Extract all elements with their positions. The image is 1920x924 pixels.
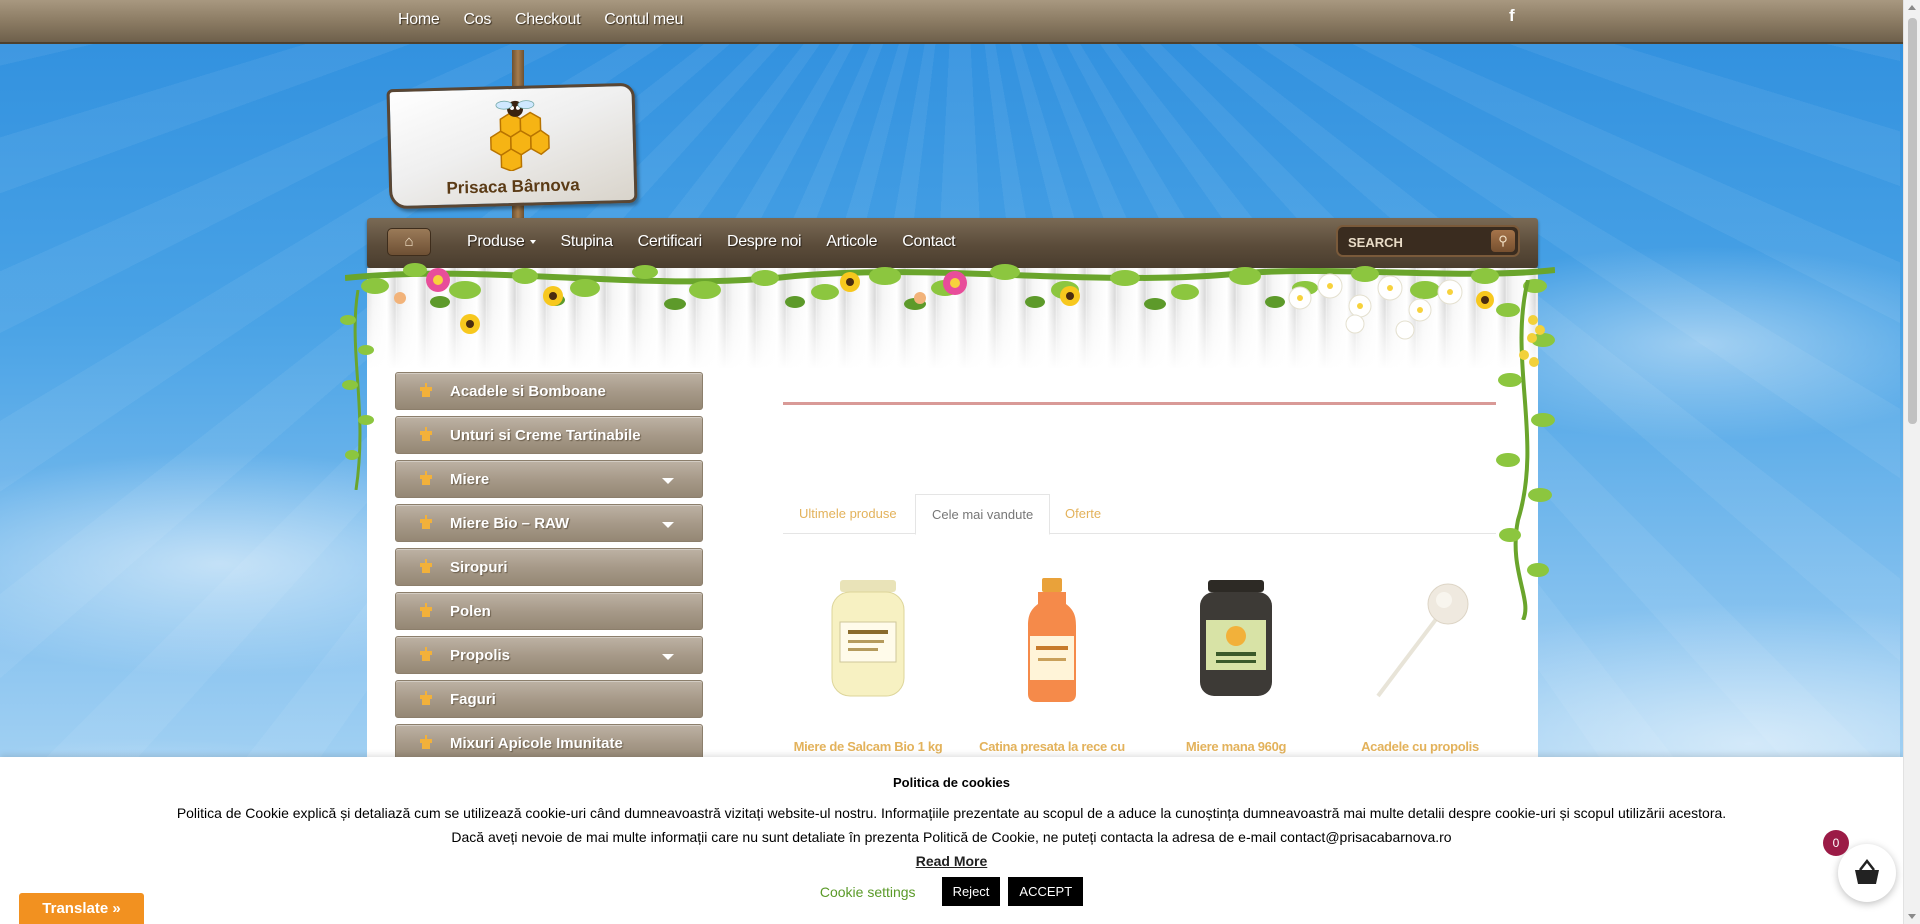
read-more-link[interactable]: Read More: [0, 853, 1903, 869]
tab-cele-mai-vandute[interactable]: Cele mai vandute: [915, 494, 1051, 535]
nav-despre-noi[interactable]: Despre noi: [727, 233, 802, 251]
category-label: Acadele si Bomboane: [450, 383, 606, 400]
nav-certificari[interactable]: Certificari: [638, 233, 703, 251]
category-label: Miere: [450, 471, 490, 488]
facebook-icon[interactable]: f: [1509, 6, 1515, 26]
cart-button[interactable]: [1838, 844, 1896, 902]
category-label: Miere Bio – RAW: [450, 515, 570, 532]
category-label: Faguri: [450, 691, 496, 708]
page-scrollbar[interactable]: [1903, 0, 1920, 924]
top-nav-checkout[interactable]: Checkout: [515, 11, 581, 29]
caret-down-icon: [529, 239, 536, 244]
product-name[interactable]: Miere de Salcam Bio 1 kg: [783, 739, 953, 754]
category-sidebar: Acadele si Bomboane Unturi si Creme Tart…: [395, 372, 703, 768]
tab-oferte[interactable]: Oferte: [1049, 494, 1117, 535]
nav-contact[interactable]: Contact: [902, 233, 955, 251]
juice-bottle-image: [1028, 578, 1076, 702]
top-bar: Home Cos Checkout Contul meu f: [0, 0, 1903, 44]
honey-dipper-icon: [420, 691, 432, 705]
category-siropuri[interactable]: Siropuri: [395, 548, 703, 586]
cookie-settings-link[interactable]: Cookie settings: [820, 884, 916, 900]
chevron-down-icon[interactable]: [662, 654, 674, 660]
nav-stupina[interactable]: Stupina: [561, 233, 613, 251]
product-card[interactable]: Miere mana 960g: [1151, 560, 1321, 760]
home-icon[interactable]: ⌂: [387, 228, 431, 256]
translate-button[interactable]: Translate »: [19, 893, 144, 924]
honey-dipper-icon: [420, 383, 432, 397]
category-faguri[interactable]: Faguri: [395, 680, 703, 718]
scrollbar-thumb[interactable]: [1908, 18, 1917, 424]
bee-honeycomb-icon: [490, 100, 550, 172]
top-nav-contul-meu[interactable]: Contul meu: [604, 11, 683, 29]
honey-dipper-icon: [420, 515, 432, 529]
search-box: ⚲: [1336, 225, 1520, 257]
category-label: Propolis: [450, 647, 511, 664]
product-grid: Miere de Salcam Bio 1 kg Catina presata …: [783, 560, 1496, 760]
top-nav: Home Cos Checkout Contul meu: [398, 0, 683, 40]
dark-honey-jar-image: [1200, 580, 1272, 696]
nav-articole[interactable]: Articole: [826, 233, 877, 251]
honey-dipper-icon: [420, 427, 432, 441]
product-name[interactable]: Miere mana 960g: [1151, 739, 1321, 754]
product-name[interactable]: Acadele cu propolis: [1335, 739, 1505, 754]
category-label: Siropuri: [450, 559, 508, 576]
cookie-text-line-1: Politica de Cookie explică și detaliază …: [176, 805, 1727, 821]
basket-icon: [1855, 858, 1879, 884]
honey-dipper-icon: [420, 647, 432, 661]
chevron-down-icon[interactable]: [662, 522, 674, 528]
scroll-up-arrow-icon[interactable]: [1908, 5, 1916, 10]
cookie-banner: Politica de cookies Politica de Cookie e…: [0, 757, 1903, 924]
top-nav-cos[interactable]: Cos: [463, 11, 491, 29]
product-card[interactable]: Catina presata la rece cu: [967, 560, 1137, 760]
section-divider: [783, 402, 1496, 405]
nav-produse-label: Produse: [467, 233, 525, 250]
nav-produse[interactable]: Produse: [467, 233, 536, 251]
category-polen[interactable]: Polen: [395, 592, 703, 630]
category-propolis[interactable]: Propolis: [395, 636, 703, 674]
product-name[interactable]: Catina presata la rece cu: [967, 739, 1137, 754]
top-nav-home[interactable]: Home: [398, 11, 440, 29]
site-logo[interactable]: Prisaca Bârnova: [386, 82, 638, 210]
cart-count-badge: 0: [1823, 830, 1849, 856]
product-card[interactable]: Acadele cu propolis: [1335, 560, 1505, 760]
cookie-text: Politica de Cookie explică și detaliază …: [0, 801, 1903, 849]
reject-button[interactable]: Reject: [941, 877, 1001, 906]
search-icon[interactable]: ⚲: [1491, 230, 1515, 252]
cookie-actions: Cookie settings Reject ACCEPT: [0, 877, 1903, 906]
scroll-down-arrow-icon[interactable]: [1908, 914, 1916, 919]
tab-ultimele-produse[interactable]: Ultimele produse: [783, 494, 913, 535]
product-tabs: Ultimele produse Cele mai vandute Oferte: [783, 494, 1496, 535]
category-unturi[interactable]: Unturi si Creme Tartinabile: [395, 416, 703, 454]
honey-dipper-icon: [420, 559, 432, 573]
logo-text: Prisaca Bârnova: [446, 175, 580, 198]
lollipop-image: [1376, 583, 1469, 698]
accept-button[interactable]: ACCEPT: [1008, 877, 1084, 906]
honey-dipper-icon: [420, 603, 432, 617]
flower-garland: [345, 263, 1555, 340]
honey-dipper-icon: [420, 471, 432, 485]
chevron-down-icon[interactable]: [662, 478, 674, 484]
category-label: Unturi si Creme Tartinabile: [450, 427, 641, 444]
category-miere[interactable]: Miere: [395, 460, 703, 498]
search-input[interactable]: [1348, 233, 1488, 251]
category-acadele[interactable]: Acadele si Bomboane: [395, 372, 703, 410]
cookie-text-line-2: Dacă aveți nevoie de mai multe informați…: [451, 829, 1452, 845]
category-miere-bio[interactable]: Miere Bio – RAW: [395, 504, 703, 542]
category-label: Polen: [450, 603, 491, 620]
category-label: Mixuri Apicole Imunitate: [450, 735, 623, 752]
cookie-title: Politica de cookies: [892, 775, 1011, 790]
product-card[interactable]: Miere de Salcam Bio 1 kg: [783, 560, 953, 760]
honey-jar-image: [831, 580, 905, 697]
left-vine: [340, 290, 374, 490]
honey-dipper-icon: [420, 735, 432, 749]
